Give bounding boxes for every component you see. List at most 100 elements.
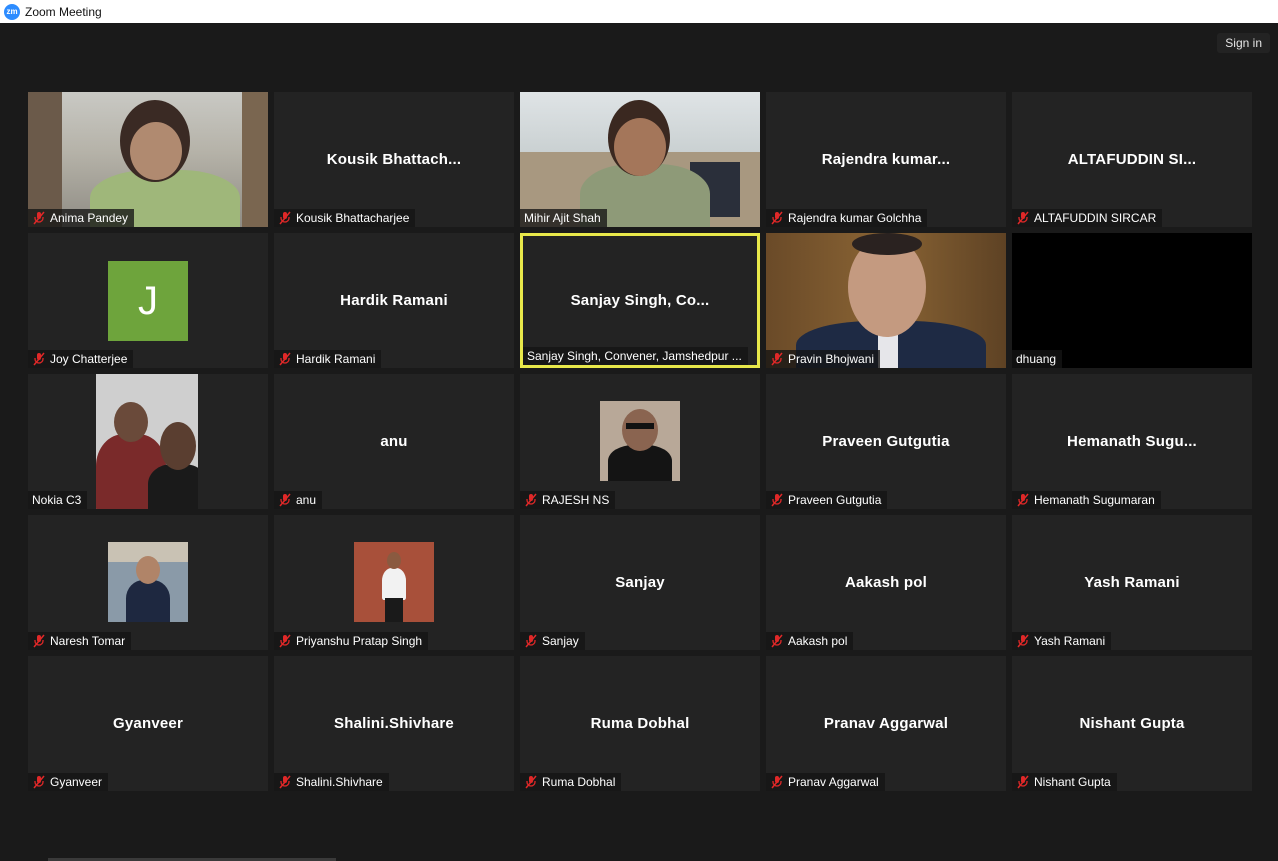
participant-name-label: Nishant Gupta [1012,773,1117,791]
participant-name-label: RAJESH NS [520,491,616,509]
participant-tile[interactable]: RAJESH NS [520,374,760,509]
participant-name-label: Priyanshu Pratap Singh [274,632,429,650]
participant-name-label: Naresh Tomar [28,632,132,650]
sign-in-button[interactable]: Sign in [1217,33,1270,53]
participant-display-name: Nishant Gupta [1079,715,1185,732]
window-title: Zoom Meeting [25,4,102,19]
mic-muted-icon [279,493,291,507]
participant-name-label: anu [274,491,323,509]
participant-tile[interactable]: Sanjay Sanjay [520,515,760,650]
participant-display-name: Hardik Ramani [340,292,448,309]
participant-name-label: Yash Ramani [1012,632,1112,650]
mic-muted-icon [33,211,45,225]
gallery-grid: Anima Pandey Kousik Bhattach... Kousik B… [28,92,1252,791]
participant-name-label: Hardik Ramani [274,350,382,368]
mic-muted-icon [771,211,783,225]
mic-muted-icon [279,634,291,648]
participant-photo [600,401,680,481]
mic-muted-icon [279,211,291,225]
mic-muted-icon [33,775,45,789]
participant-photo [108,542,188,622]
mic-muted-icon [1017,634,1029,648]
participant-name-label: dhuang [1012,350,1063,368]
participant-name-label: Nokia C3 [28,491,88,509]
participant-display-name: Ruma Dobhal [590,715,690,732]
title-bar: zm Zoom Meeting [0,0,1278,23]
participant-display-name: Gyanveer [113,715,183,732]
participant-photo [96,374,198,509]
participant-name-label: Joy Chatterjee [28,350,134,368]
participant-name-label: Sanjay Singh, Convener, Jamshedpur ... [523,347,748,365]
mic-muted-icon [771,352,783,366]
participant-display-name: Aakash pol [844,574,928,591]
participant-name-label: Gyanveer [28,773,109,791]
participant-tile[interactable]: Kousik Bhattach... Kousik Bhattacharjee [274,92,514,227]
participant-tile[interactable]: J Joy Chatterjee [28,233,268,368]
mic-muted-icon [771,634,783,648]
participant-tile[interactable]: Nokia C3 [28,374,268,509]
participant-tile[interactable]: Hardik Ramani Hardik Ramani [274,233,514,368]
zoom-logo-icon: zm [4,3,20,20]
participant-tile[interactable]: Aakash pol Aakash pol [766,515,1006,650]
mic-muted-icon [525,634,537,648]
mic-muted-icon [33,634,45,648]
participant-name-label: Mihir Ajit Shah [520,209,607,227]
participant-tile[interactable]: Mihir Ajit Shah [520,92,760,227]
avatar: J [108,261,188,341]
participant-name-label: Rajendra kumar Golchha [766,209,928,227]
participant-display-name: Pranav Aggarwal [823,715,949,732]
participant-tile[interactable]: Yash Ramani Yash Ramani [1012,515,1252,650]
mic-muted-icon [525,775,537,789]
participant-display-name: Hemanath Sugu... [1067,433,1197,450]
participant-display-name: Shalini.Shivhare [334,715,454,732]
participant-name-label: ALTAFUDDIN SIRCAR [1012,209,1163,227]
participant-tile[interactable]: ALTAFUDDIN SI... ALTAFUDDIN SIRCAR [1012,92,1252,227]
participant-display-name: Praveen Gutgutia [822,433,950,450]
participant-name-label: Shalini.Shivhare [274,773,389,791]
meeting-stage: Sign in Anima Pandey Kousik Bhattach... … [0,23,1278,861]
participant-tile[interactable]: Priyanshu Pratap Singh [274,515,514,650]
participant-photo [354,542,434,622]
participant-video [28,92,268,227]
participant-video [766,233,1006,368]
participant-tile[interactable]: Pravin Bhojwani [766,233,1006,368]
participant-video [520,92,760,227]
participant-tile[interactable]: Pranav Aggarwal Pranav Aggarwal [766,656,1006,791]
mic-muted-icon [33,352,45,366]
mic-muted-icon [279,352,291,366]
participant-tile[interactable]: Praveen Gutgutia Praveen Gutgutia [766,374,1006,509]
participant-tile[interactable]: dhuang [1012,233,1252,368]
participant-tile[interactable]: Anima Pandey [28,92,268,227]
participant-name-label: Hemanath Sugumaran [1012,491,1161,509]
participant-name-label: Praveen Gutgutia [766,491,888,509]
participant-display-name: anu [380,433,408,450]
participant-tile[interactable]: Naresh Tomar [28,515,268,650]
mic-muted-icon [1017,211,1029,225]
mic-muted-icon [525,493,537,507]
participant-tile[interactable]: Shalini.Shivhare Shalini.Shivhare [274,656,514,791]
mic-muted-icon [1017,493,1029,507]
participant-display-name: Yash Ramani [1084,574,1180,591]
participant-name-label: Ruma Dobhal [520,773,622,791]
participant-tile[interactable]: anu anu [274,374,514,509]
participant-tile[interactable]: Ruma Dobhal Ruma Dobhal [520,656,760,791]
participant-name-label: Sanjay [520,632,585,650]
participant-display-name: Sanjay [615,574,665,591]
participant-name-label: Kousik Bhattacharjee [274,209,416,227]
mic-muted-icon [771,493,783,507]
participant-name-label: Pranav Aggarwal [766,773,885,791]
participant-display-name: Kousik Bhattach... [326,151,462,168]
participant-display-name: ALTAFUDDIN SI... [1067,151,1197,168]
participant-tile[interactable]: Nishant Gupta Nishant Gupta [1012,656,1252,791]
mic-muted-icon [279,775,291,789]
active-speaker-tile[interactable]: Sanjay Singh, Co... Sanjay Singh, Conven… [520,233,760,368]
participant-tile[interactable]: Hemanath Sugu... Hemanath Sugumaran [1012,374,1252,509]
participant-display-name: Rajendra kumar... [821,151,951,168]
participant-name-label: Aakash pol [766,632,854,650]
participant-name-label: Pravin Bhojwani [766,350,881,368]
mic-muted-icon [771,775,783,789]
mic-muted-icon [1017,775,1029,789]
participant-name-label: Anima Pandey [28,209,135,227]
participant-tile[interactable]: Rajendra kumar... Rajendra kumar Golchha [766,92,1006,227]
participant-tile[interactable]: Gyanveer Gyanveer [28,656,268,791]
